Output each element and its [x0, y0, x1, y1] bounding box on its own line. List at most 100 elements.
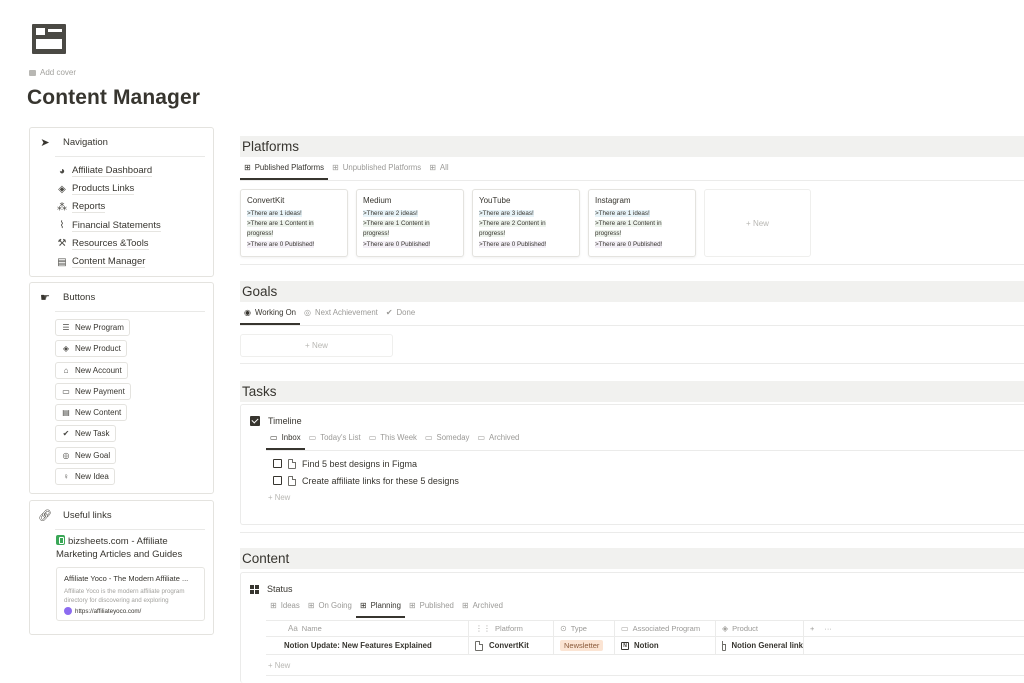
new-task-button[interactable]: ✔ New Task — [55, 425, 116, 443]
tab-inbox[interactable]: ▭ Inbox — [266, 430, 305, 450]
bookmark-description: Affiliate Yoco is the modern affiliate p… — [64, 588, 185, 604]
tasks-title: Tasks — [242, 384, 277, 399]
new-content-row-button[interactable]: + New — [268, 661, 290, 670]
task-item[interactable]: Create affiliate links for these 5 desig… — [273, 473, 459, 488]
platform-name: ConvertKit — [247, 196, 285, 205]
new-payment-button[interactable]: ▭ New Payment — [55, 382, 131, 400]
cell-platform[interactable]: ConvertKit — [469, 637, 554, 654]
add-column-button[interactable]: + ··· — [804, 621, 832, 636]
timeline-view-title[interactable]: Timeline — [250, 416, 302, 426]
tab-planning[interactable]: ⊞ Planning — [355, 598, 405, 618]
divider — [240, 325, 1024, 326]
button-label: New Content — [75, 408, 122, 418]
bookmark-url-row: https://affiliateyoco.com/ — [64, 607, 197, 615]
cell-associated-program[interactable]: N Notion — [615, 637, 716, 654]
bookmark-url: https://affiliateyoco.com/ — [75, 607, 142, 615]
published-count: >There are 0 Published! — [595, 240, 663, 248]
tab-someday[interactable]: ▭ Someday — [421, 430, 474, 450]
task-label: Find 5 best designs in Figma — [302, 458, 418, 469]
table-icon: ⊞ — [408, 601, 416, 610]
nav-item-content-manager[interactable]: ▤ Content Manager — [56, 253, 213, 271]
tab-label: Ideas — [280, 601, 300, 610]
lightbulb-icon: ♀ — [63, 472, 69, 482]
navigation-header: ➤ Navigation — [30, 128, 213, 156]
nav-item-resources-tools[interactable]: ⚒ Resources &Tools — [56, 235, 213, 253]
new-goal-card-button[interactable]: + New — [240, 334, 393, 357]
column-label: Product — [732, 624, 759, 633]
column-header-platform[interactable]: ⋮⋮ Platform — [469, 621, 554, 636]
cell-product[interactable]: Notion General link — [716, 637, 804, 654]
tab-todays-list[interactable]: ▭ Today's List — [305, 430, 365, 450]
tab-archived-content[interactable]: ⊞ Archived — [458, 598, 507, 618]
task-item[interactable]: Find 5 best designs in Figma — [273, 456, 417, 471]
tab-done[interactable]: ✔ Done — [382, 305, 419, 325]
new-platform-button[interactable]: + New — [704, 189, 811, 257]
platform-card-convertkit[interactable]: ConvertKit >There are 1 ideas! >There ar… — [240, 189, 348, 257]
navigation-title: Navigation — [63, 136, 108, 148]
tab-this-week[interactable]: ▭ This Week — [365, 430, 421, 450]
new-program-button[interactable]: ☰ New Program — [55, 319, 130, 336]
column-header-name[interactable]: Aa Name — [266, 621, 469, 636]
add-cover-button[interactable]: Add cover — [29, 68, 76, 77]
tab-on-going[interactable]: ⊞ On Going — [304, 598, 356, 618]
table-row[interactable]: Notion Update: New Features Explained Co… — [266, 637, 1024, 655]
tab-label: On Going — [318, 601, 352, 610]
task-checkbox[interactable] — [273, 476, 282, 485]
new-product-button[interactable]: ◈ New Product — [55, 340, 127, 358]
column-header-type[interactable]: ⊙ Type — [554, 621, 615, 636]
column-header-associated-program[interactable]: ▭ Associated Program — [615, 621, 716, 636]
tab-unpublished-platforms[interactable]: ⊞ Unpublished Platforms — [328, 160, 425, 180]
page-icon-part — [36, 28, 45, 35]
new-task-row-button[interactable]: + New — [268, 493, 290, 502]
tab-archived[interactable]: ▭ Archived — [473, 430, 523, 450]
new-idea-button[interactable]: ♀ New Idea — [55, 468, 115, 486]
new-account-button[interactable]: ⌂ New Account — [55, 361, 128, 379]
tab-label: Archived — [489, 433, 520, 442]
new-goal-button[interactable]: ◎ New Goal — [55, 446, 117, 464]
affiliate-yoco-favicon-icon — [64, 607, 72, 615]
useful-links-title: Useful links — [63, 509, 112, 521]
button-label: New Task — [75, 429, 110, 439]
progress-count: >There are 2 Content in progress! — [479, 220, 546, 238]
nav-item-affiliate-dashboard[interactable]: ◕ Affiliate Dashboard — [56, 162, 213, 180]
tab-ideas[interactable]: ⊞ Ideas — [266, 598, 304, 618]
affiliate-yoco-bookmark[interactable]: Affiliate Yoco - The Modern Affiliate ..… — [56, 567, 205, 621]
nav-item-financial-statements[interactable]: ⌇ Financial Statements — [56, 217, 213, 235]
more-icon[interactable]: ··· — [824, 624, 832, 633]
cell-name[interactable]: Notion Update: New Features Explained — [266, 637, 469, 654]
platform-card-medium[interactable]: Medium >There are 2 ideas! >There are 1 … — [356, 189, 464, 257]
table-icon: ⊞ — [359, 601, 367, 610]
bank-icon: ⌂ — [63, 365, 69, 375]
products-icon: ◈ — [58, 183, 66, 195]
view-title-label: Status — [267, 584, 293, 594]
page-icon[interactable] — [32, 24, 66, 54]
ideas-count: >There are 2 ideas! — [363, 210, 418, 217]
platform-card-youtube[interactable]: YouTube >There are 3 ideas! >There are 2… — [472, 189, 580, 257]
bizsheets-link[interactable]: bizsheets.com - Affiliate Marketing Arti… — [56, 535, 205, 561]
page-icon — [475, 640, 483, 651]
status-view-title[interactable]: Status — [250, 584, 293, 594]
column-header-product[interactable]: ◈ Product — [716, 621, 804, 636]
dashboard-icon: ◕ — [58, 165, 66, 177]
new-content-button[interactable]: ▤ New Content — [55, 404, 128, 422]
platform-card-instagram[interactable]: Instagram >There are 1 ideas! >There are… — [588, 189, 696, 257]
task-checkbox[interactable] — [273, 459, 282, 468]
nav-item-products-links[interactable]: ◈ Products Links — [56, 180, 213, 198]
task-label: Create affiliate links for these 5 desig… — [302, 475, 459, 486]
content-icon: ▤ — [57, 256, 67, 268]
useful-links-header: 🔗︎ Useful links — [30, 501, 213, 529]
nav-item-reports[interactable]: ⁂ Reports — [56, 198, 213, 216]
tab-next-achievement[interactable]: ◎ Next Achievement — [300, 305, 382, 325]
tab-label: Inbox — [281, 433, 301, 442]
tab-all-platforms[interactable]: ⊞ All — [425, 160, 452, 180]
chart-icon: ⌇ — [59, 220, 65, 232]
cell-type[interactable]: Newsletter — [554, 637, 615, 654]
tab-published-platforms[interactable]: ⊞ Published Platforms — [240, 160, 329, 180]
inbox-icon: ▭ — [477, 433, 486, 442]
tab-published[interactable]: ⊞ Published — [405, 598, 458, 618]
tab-label: Planning — [370, 601, 401, 610]
column-label: Associated Program — [632, 624, 701, 633]
tab-working-on[interactable]: ◉ Working On — [240, 305, 301, 325]
nav-item-label: Content Manager — [72, 256, 146, 269]
tab-label: Archived — [472, 601, 503, 610]
